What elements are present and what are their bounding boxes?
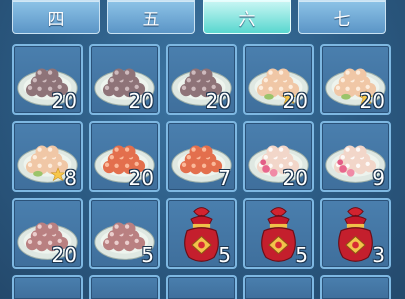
inventory-slot-empty[interactable] (12, 275, 83, 299)
inventory-slot[interactable]: 20 (89, 44, 160, 115)
item-quantity: 20 (282, 166, 308, 190)
inventory-slot-empty[interactable] (166, 275, 237, 299)
inventory-slot[interactable]: 20 (243, 44, 314, 115)
inventory-slot[interactable]: 9 (320, 121, 391, 192)
inventory-slot[interactable]: 20 (243, 121, 314, 192)
item-quantity: 20 (51, 89, 77, 113)
item-quantity: 20 (128, 89, 154, 113)
inventory-slot[interactable]: 20 (320, 44, 391, 115)
item-quantity: 20 (51, 243, 77, 267)
inventory-slot[interactable]: 20 (12, 44, 83, 115)
item-quantity: 5 (295, 243, 308, 267)
inventory-slot[interactable]: 7 (166, 121, 237, 192)
item-quantity: 20 (359, 89, 385, 113)
item-quantity: 5 (141, 243, 154, 267)
inventory-slot[interactable]: 5 (89, 198, 160, 269)
item-quantity: 9 (372, 166, 385, 190)
item-quantity: 8 (64, 166, 77, 190)
inventory-slot[interactable]: 5 (243, 198, 314, 269)
inventory-slot[interactable]: 8 (12, 121, 83, 192)
item-quantity: 20 (282, 89, 308, 113)
inventory-page-tabs: 四 五 六 七 (0, 0, 405, 34)
tab-page-5[interactable]: 五 (107, 0, 195, 34)
tab-page-6[interactable]: 六 (203, 0, 291, 34)
item-quantity: 5 (218, 243, 231, 267)
inventory-slot-empty[interactable] (243, 275, 314, 299)
inventory-slot-empty[interactable] (89, 275, 160, 299)
item-quantity: 3 (372, 243, 385, 267)
inventory-slot-empty[interactable] (320, 275, 391, 299)
inventory-slot[interactable]: 5 (166, 198, 237, 269)
inventory-slot[interactable]: 20 (12, 198, 83, 269)
item-quantity: 7 (218, 166, 231, 190)
inventory-slot[interactable]: 3 (320, 198, 391, 269)
item-quantity: 20 (205, 89, 231, 113)
inventory-slot[interactable]: 20 (166, 44, 237, 115)
tab-page-4[interactable]: 四 (12, 0, 100, 34)
item-quantity: 20 (128, 166, 154, 190)
inventory-slot[interactable]: 20 (89, 121, 160, 192)
inventory-grid: 20 20 20 20 20 8 20 7 20 9 20 5 5 5 3 (0, 34, 405, 299)
tab-page-7[interactable]: 七 (298, 0, 386, 34)
